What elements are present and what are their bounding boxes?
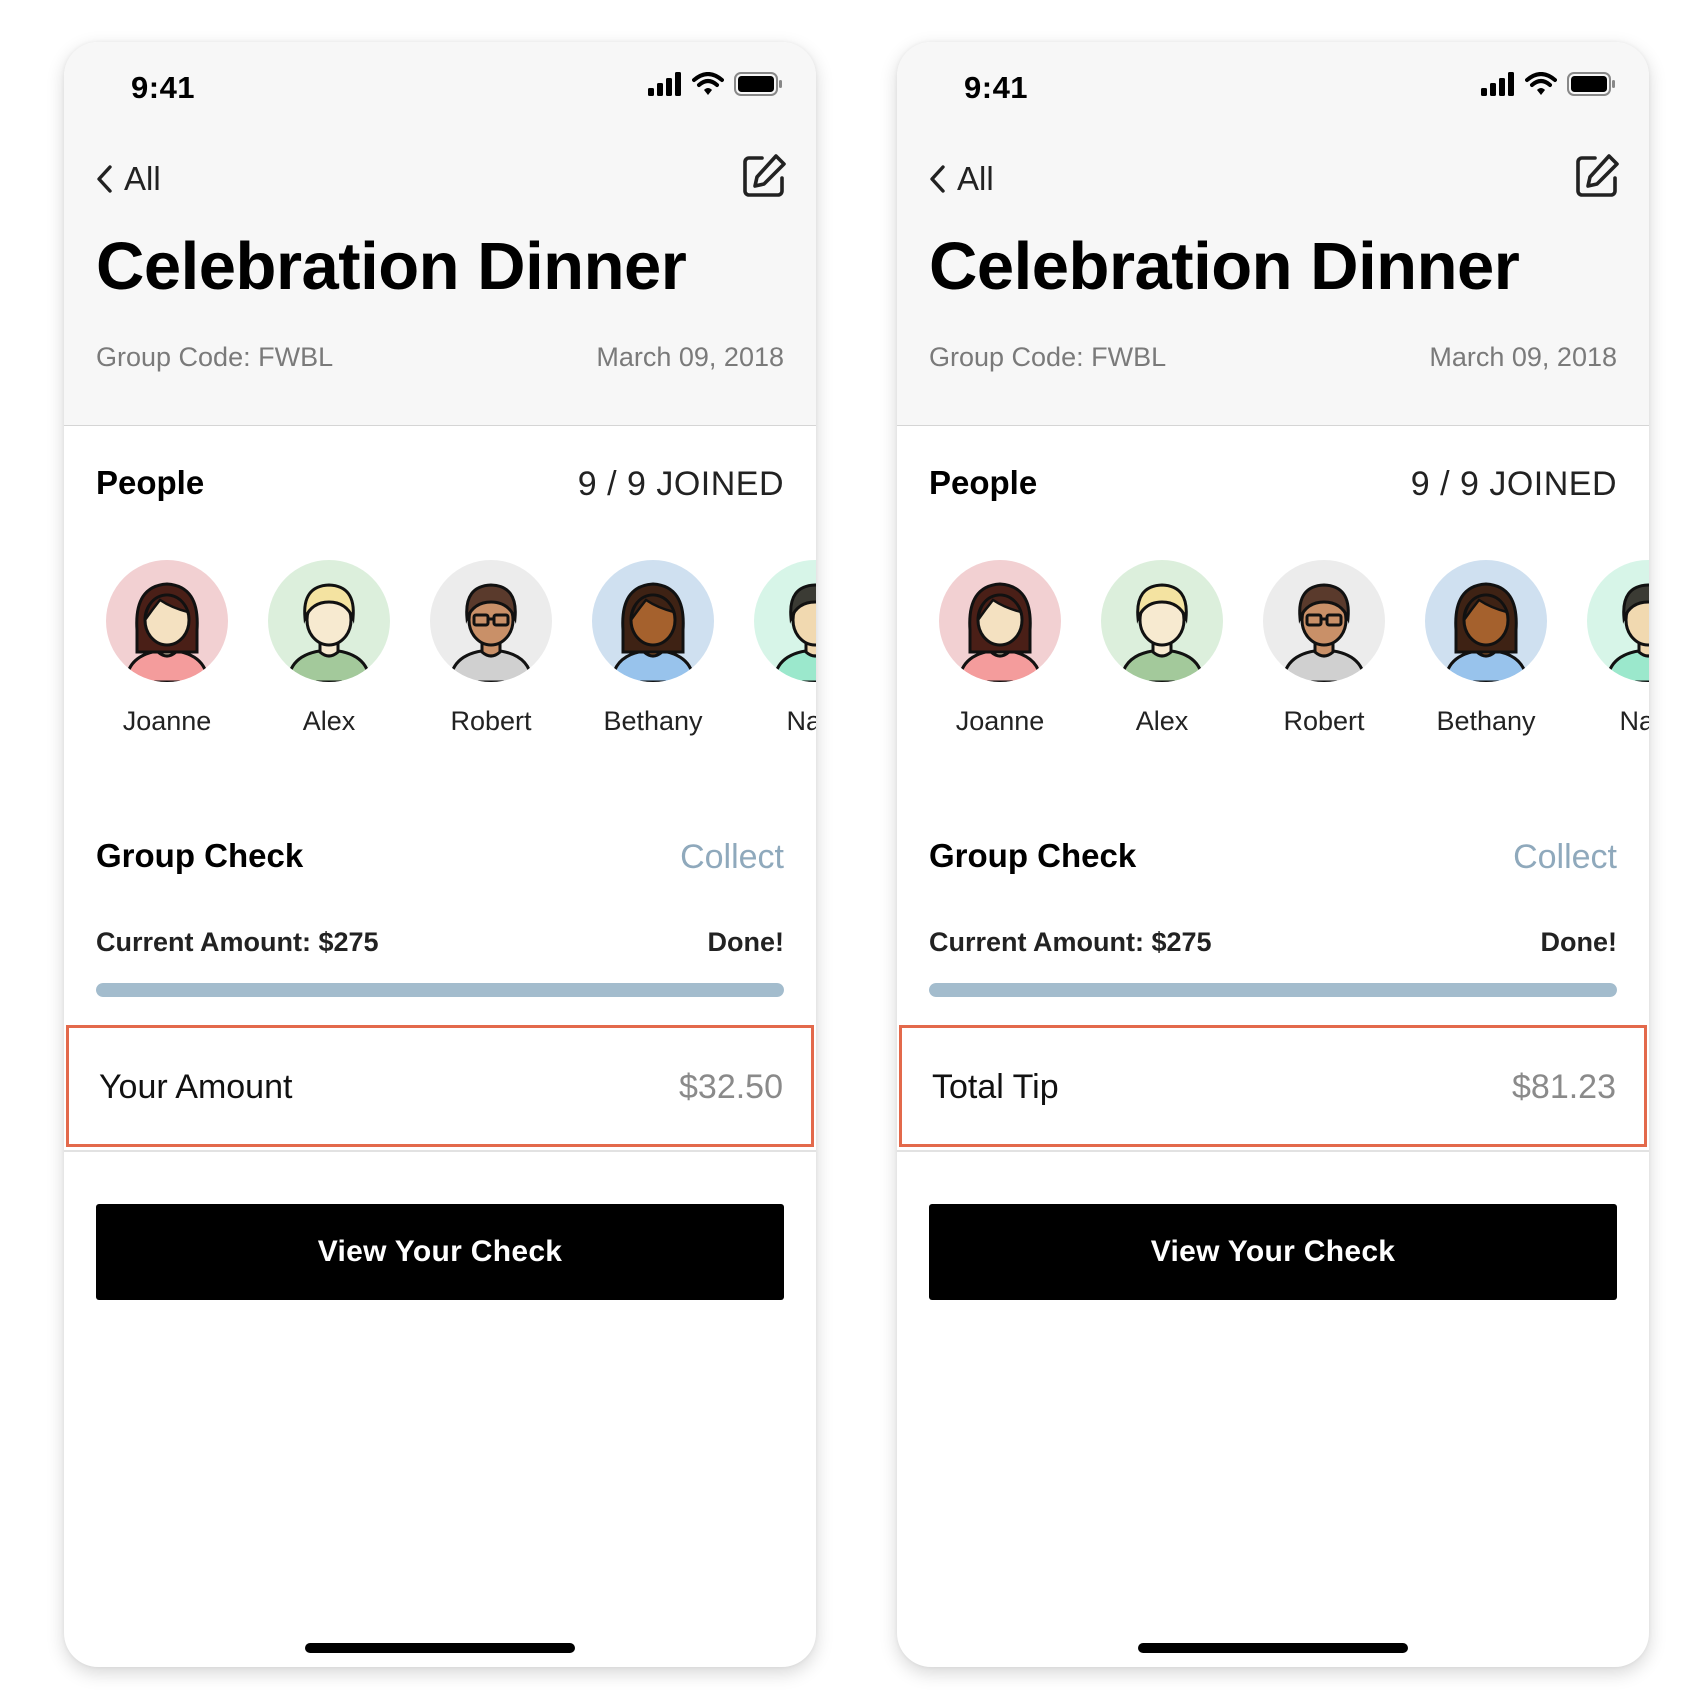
people-section-title: People [96,464,205,501]
joined-count: 9 / 9 JOINED [577,465,784,503]
person-joanne[interactable]: Joanne [925,560,1075,737]
chevron-left-icon [930,165,945,193]
row-value: $81.23 [1512,1068,1616,1106]
page-title: Celebration Dinner [929,229,1520,304]
event-date: March 09, 2018 [596,342,784,372]
man-glasses-avatar-icon [430,560,552,682]
person-robert[interactable]: Robert [1249,560,1399,737]
person-nath[interactable]: Nath [1573,560,1649,737]
person-name: Robert [1283,706,1365,736]
status-time: 9:41 [964,70,1029,105]
header: 9:41 All Celebration Dinner Group Code: … [897,42,1649,426]
person-name: Joanne [955,706,1045,736]
person-bethany[interactable]: Bethany [1411,560,1561,737]
back-label: All [957,160,994,197]
group-code: Group Code: FWBL [96,342,334,372]
collect-button[interactable]: Collect [680,838,784,877]
check-status: Done! [1540,927,1618,957]
collection-progress-bar [929,983,1617,997]
chevron-left-icon [97,165,112,193]
page-title: Celebration Dinner [96,229,687,304]
person-name: Alex [1135,706,1189,736]
home-indicator[interactable] [305,1643,575,1653]
divider [897,1150,1649,1152]
person-name: Nath [1619,706,1649,736]
person-name: Robert [450,706,532,736]
man-avatar-icon [754,560,816,682]
wifi-icon [1525,72,1557,95]
view-your-check-button[interactable]: View Your Check [929,1204,1617,1300]
person-name: Bethany [603,706,703,736]
check-status: Done! [707,927,785,957]
battery-icon [734,72,782,96]
progress-fill [929,983,1617,997]
person-alex[interactable]: Alex [254,560,404,737]
divider [64,1150,816,1152]
man-glasses-avatar-icon [1263,560,1385,682]
man-blond-avatar-icon [268,560,390,682]
current-amount: Current Amount: $275 [96,927,379,957]
man-avatar-icon [1587,560,1649,682]
person-bethany[interactable]: Bethany [578,560,728,737]
edit-icon [1576,154,1619,197]
signal-icon [1481,72,1514,96]
total-tip-row[interactable]: Total Tip $81.23 [899,1025,1647,1147]
group-code: Group Code: FWBL [929,342,1167,372]
battery-icon [1567,72,1615,96]
group-check-title: Group Check [929,837,1137,874]
man-blond-avatar-icon [1101,560,1223,682]
status-bar-icons [648,72,788,100]
group-check-title: Group Check [96,837,304,874]
phone-screen-your-amount: 9:41 All Celebration Dinner Group Code: … [64,42,816,1667]
woman-dark-avatar-icon [592,560,714,682]
person-robert[interactable]: Robert [416,560,566,737]
view-your-check-button[interactable]: View Your Check [96,1204,784,1300]
person-name: Nath [786,706,816,736]
your-amount-row[interactable]: Your Amount $32.50 [66,1025,814,1147]
collection-progress-bar [96,983,784,997]
home-indicator[interactable] [1138,1643,1408,1653]
people-avatar-list[interactable]: Joanne Alex Robert Bethany Na [64,560,816,740]
row-value: $32.50 [679,1068,783,1106]
person-alex[interactable]: Alex [1087,560,1237,737]
back-button[interactable]: All [927,154,994,204]
person-name: Joanne [122,706,212,736]
edit-button[interactable] [740,152,788,200]
signal-icon [648,72,681,96]
person-name: Bethany [1436,706,1536,736]
progress-fill [96,983,784,997]
collect-button[interactable]: Collect [1513,838,1617,877]
person-nath[interactable]: Nath [740,560,816,737]
row-label: Your Amount [99,1068,293,1106]
status-bar-icons [1481,72,1621,100]
current-amount: Current Amount: $275 [929,927,1212,957]
person-name: Alex [302,706,356,736]
event-date: March 09, 2018 [1429,342,1617,372]
back-button[interactable]: All [94,154,161,204]
people-section-title: People [929,464,1038,501]
status-time: 9:41 [131,70,196,105]
joined-count: 9 / 9 JOINED [1410,465,1617,503]
edit-icon [743,154,786,197]
woman-avatar-icon [939,560,1061,682]
row-label: Total Tip [932,1068,1059,1106]
header: 9:41 All Celebration Dinner Group Code: … [64,42,816,426]
phone-screen-total-tip: 9:41 All Celebration Dinner Group Code: … [897,42,1649,1667]
woman-avatar-icon [106,560,228,682]
back-label: All [124,160,161,197]
edit-button[interactable] [1573,152,1621,200]
wifi-icon [692,72,724,95]
people-avatar-list[interactable]: Joanne Alex Robert Bethany Na [897,560,1649,740]
person-joanne[interactable]: Joanne [92,560,242,737]
woman-dark-avatar-icon [1425,560,1547,682]
